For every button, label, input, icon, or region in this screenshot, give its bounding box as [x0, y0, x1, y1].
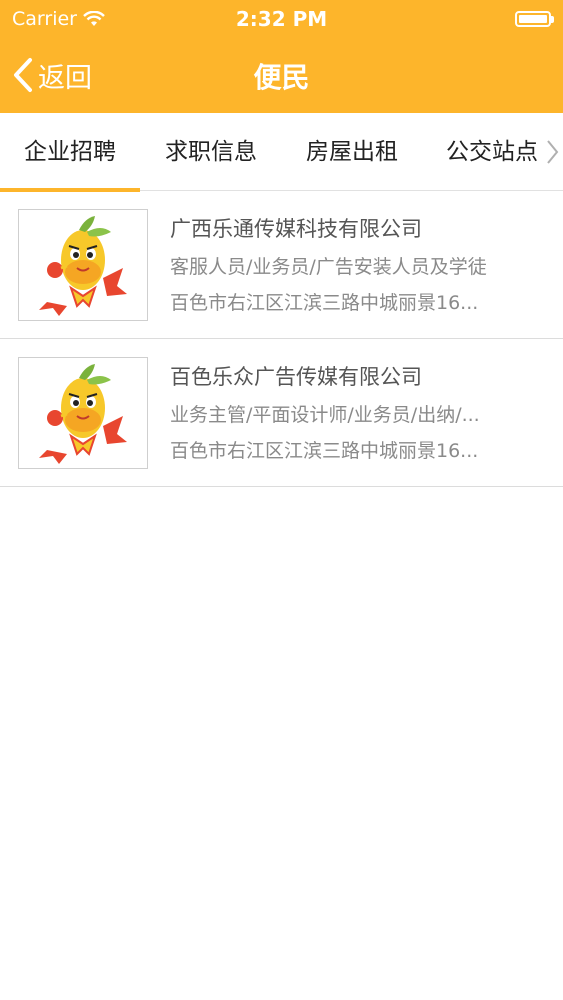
company-name: 广西乐通传媒科技有限公司: [170, 217, 422, 241]
tab-enterprise-recruitment[interactable]: 企业招聘: [0, 113, 140, 192]
status-bar: Carrier 2:32 PM: [0, 0, 563, 38]
tab-house-rental[interactable]: 房屋出租: [282, 113, 422, 191]
company-logo: [18, 209, 148, 321]
job-positions: 业务主管/平面设计师/业务员/出纳/...: [170, 404, 480, 426]
category-tabs: 企业招聘 求职信息 房屋出租 公交站点: [0, 113, 563, 192]
top-bar: Carrier 2:32 PM 返回 便民: [0, 0, 563, 113]
chevron-right-icon[interactable]: [543, 137, 563, 167]
mascot-image: [39, 364, 127, 464]
status-time: 2:32 PM: [235, 7, 328, 31]
company-logo: [18, 357, 148, 469]
navigation-bar: 返回 便民: [0, 38, 563, 113]
list-item[interactable]: 百色乐众广告传媒有限公司 业务主管/平面设计师/业务员/出纳/... 百色市右江…: [0, 339, 563, 487]
list-item[interactable]: 广西乐通传媒科技有限公司 客服人员/业务员/广告安装人员及学徒 百色市右江区江滨…: [0, 191, 563, 339]
job-positions: 客服人员/业务员/广告安装人员及学徒: [170, 256, 487, 278]
battery-icon: [515, 11, 554, 27]
mascot-image: [39, 216, 127, 316]
tab-bus-stops[interactable]: 公交站点: [422, 113, 562, 191]
company-name: 百色乐众广告传媒有限公司: [170, 365, 422, 389]
page-title: 便民: [253, 61, 310, 94]
tab-job-seeking[interactable]: 求职信息: [140, 113, 282, 191]
company-address: 百色市右江区江滨三路中城丽景16...: [170, 440, 479, 462]
company-address: 百色市右江区江滨三路中城丽景16...: [170, 292, 479, 314]
job-list: 广西乐通传媒科技有限公司 客服人员/业务员/广告安装人员及学徒 百色市右江区江滨…: [0, 191, 563, 487]
